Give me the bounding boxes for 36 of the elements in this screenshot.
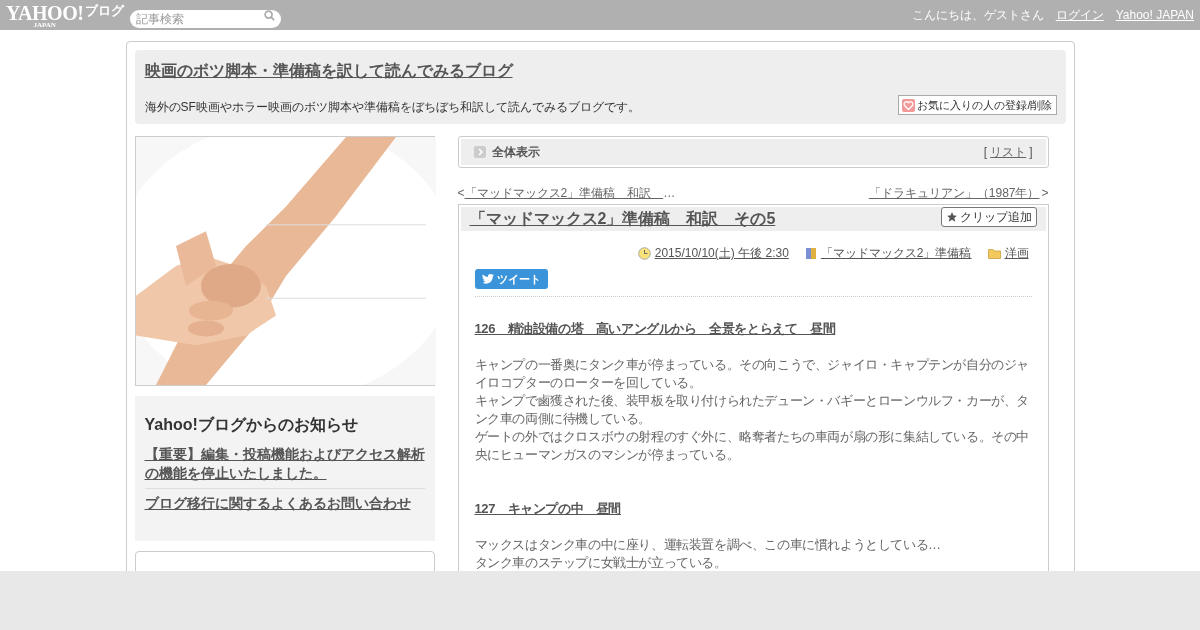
blog-description: 海外のSF映画やホラー映画のボツ脚本や準備稿をぼちぼち和訳して読んでみるブログです。 (144, 100, 640, 114)
body-paragraph: マックスはタンク車の中に座り、運転装置を調べ、この車に慣れようとしている… (474, 536, 942, 554)
heart-icon (902, 98, 916, 112)
prev-post-link[interactable]: 「マッドマックス2」準備稿 和訳 (464, 184, 664, 202)
body-paragraph: キャンプの一番奥にタンク車が停まっている。その向こうで、ジャイロ・キャプテンが自分のジャイロコプターのローターを回している。 (474, 356, 1030, 392)
body-paragraph: タンク車のステップに女戦士が立っている。 (474, 554, 728, 572)
book-link[interactable]: 「マッドマックス2」準備稿 (820, 244, 972, 262)
clip-button[interactable]: クリップ追加 (940, 207, 1037, 227)
blog-title[interactable]: 映画のボツ脚本・準備稿を訳して読んでみるブログ (144, 62, 513, 79)
section-heading[interactable]: 126 精油設備の塔 高いアングルから 全景をとらえて 昼間 (474, 321, 836, 336)
bracket-text: [ (983, 144, 988, 161)
post-title[interactable]: 「マッドマックス2」準備稿 和訳 その5 (469, 207, 776, 231)
bird-icon (481, 274, 494, 284)
section-heading[interactable]: 127 キャンプの中 昼間 (474, 501, 621, 516)
bracket-text: ] (1029, 144, 1033, 161)
body-paragraph: キャンプで鹵獲された後、装甲板を取り付けられたデューン・バギーとローンウルフ・カーが、タンク車の両側に待機している。 (474, 392, 1030, 428)
post-date-link[interactable]: 2015/10/10(土) 午後 2:30 (654, 244, 789, 262)
search-icon (264, 10, 276, 21)
book-icon (804, 246, 817, 260)
prev-mark: < (457, 185, 465, 202)
search-field[interactable]: 記事検索 (130, 10, 282, 28)
greeting-text: こんにちは、ゲストさん (911, 7, 1044, 24)
star-icon (945, 211, 958, 223)
folder-icon (987, 247, 1001, 259)
ellipsis-text: … (663, 185, 676, 202)
favorite-button[interactable]: お気に入りの人の登録/削除 (898, 95, 1057, 115)
notice-link[interactable]: 【重要】編集・投稿機能およびアクセス解析の機能を停止いたしました。 (144, 445, 425, 483)
notice-title: Yahoo!ブログからのお知らせ (144, 415, 359, 435)
body-paragraph: ゲートの外ではクロスボウの射程のすぐ外に、略奪者たちの車両が扇の形に集結している。その中央にヒューマンガスのマシンが停まっている。 (474, 428, 1030, 464)
view-label: 全体表示 (491, 144, 540, 161)
list-link[interactable]: リスト (990, 143, 1027, 161)
category-link[interactable]: 洋画 (1004, 244, 1029, 262)
next-mark: > (1041, 185, 1049, 202)
next-post-link[interactable]: 「ドラキュリアン」（1987年） (868, 184, 1040, 202)
notice-link[interactable]: ブログ移行に関するよくあるお問い合わせ (144, 494, 425, 513)
clock-icon (637, 246, 651, 260)
